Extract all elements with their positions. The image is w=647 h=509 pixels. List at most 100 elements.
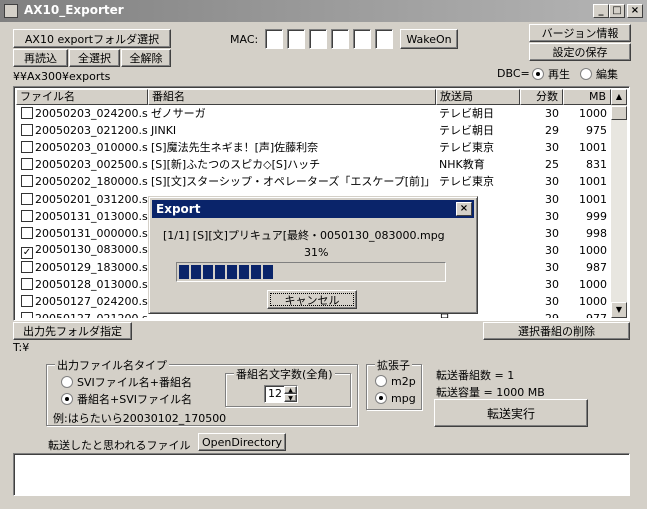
cell-minutes: 29 — [520, 310, 563, 318]
cell-station: テレビ東京 — [439, 175, 494, 189]
progress-segment — [263, 265, 273, 279]
scroll-down-icon[interactable]: ▼ — [611, 302, 627, 318]
scroll-up-icon[interactable]: ▲ — [611, 89, 627, 105]
cell-mb: 1001 — [579, 141, 607, 155]
progress-segment — [191, 265, 201, 279]
cell-title: ゼノサーガ — [151, 107, 206, 121]
reload-button[interactable]: 再読込 — [13, 49, 68, 67]
mac-field-6[interactable] — [375, 29, 393, 49]
ext-m2p-radio[interactable]: m2p — [375, 375, 416, 388]
minimize-icon[interactable]: _ — [593, 4, 609, 18]
extension-title: 拡張子 — [375, 357, 412, 373]
deselect-all-button[interactable]: 全解除 — [121, 49, 171, 67]
delete-selected-button[interactable]: 選択番組の削除 — [483, 322, 630, 340]
table-row[interactable]: 20050202_180000.svi [S][文]スターシップ・オペレーターズ「… — [16, 173, 611, 190]
output-folder-button[interactable]: 出力先フォルダ指定 — [13, 322, 132, 340]
cell-filename: 20050127_024200.svi — [16, 293, 148, 310]
spin-down-icon[interactable]: ▼ — [284, 394, 297, 402]
window-title: AX10_Exporter — [24, 3, 124, 17]
scroll-thumb[interactable] — [611, 106, 627, 120]
filename-opt2-radio[interactable]: 番組名+SVIファイル名 — [61, 391, 192, 407]
column-minutes[interactable]: 分数 — [520, 89, 563, 105]
cell-filename: 20050131_013000.svi — [16, 208, 148, 225]
select-all-button[interactable]: 全選択 — [69, 49, 120, 67]
cell-filename: 20050129_183000.svi — [16, 259, 148, 276]
transfer-execute-button[interactable]: 転送実行 — [434, 399, 588, 427]
checkbox-icon[interactable] — [21, 312, 33, 318]
table-row[interactable]: 20050203_002500.svi [S][新]ふたつのスピカ◇[S]ハッチ N… — [16, 156, 611, 173]
checkbox-icon[interactable] — [21, 175, 33, 188]
cell-filename: 20050203_002500.svi — [16, 156, 148, 173]
charcount-title: 番組名文字数(全角) — [234, 366, 335, 382]
progress-segment — [239, 265, 249, 279]
spin-up-icon[interactable]: ▲ — [284, 386, 297, 394]
checkbox-icon[interactable] — [21, 209, 33, 222]
checkbox-icon[interactable] — [21, 124, 33, 137]
cell-filename: 20050128_013000.svi — [16, 276, 148, 293]
table-row[interactable]: 20050203_010000.svi [S]魔法先生ネギま！[声]佐藤利奈 テレビ… — [16, 139, 611, 156]
progress-segment — [251, 265, 261, 279]
save-settings-button[interactable]: 設定の保存 — [529, 43, 631, 61]
maximize-icon[interactable]: □ — [609, 4, 625, 18]
cell-filename: 20050203_024200.svi — [16, 105, 148, 122]
checkbox-icon[interactable] — [21, 107, 33, 120]
extension-group: 拡張子 m2p mpg — [366, 357, 422, 410]
cell-mb: 1000 — [579, 243, 607, 257]
open-directory-button[interactable]: OpenDirectory — [198, 433, 286, 451]
table-row[interactable]: 20050203_021200.svi JINKI テレビ朝日 29 975 — [16, 122, 611, 139]
output-folder-path: T:¥ — [13, 341, 30, 354]
cell-title: [S][文]スターシップ・オペレーターズ「エスケープ[前]」 — [151, 175, 436, 189]
cell-minutes: 30 — [545, 141, 559, 155]
mac-field-3[interactable] — [309, 29, 327, 49]
checkbox-icon[interactable] — [21, 295, 33, 308]
charcount-group: 番組名文字数(全角) 12 ▲ ▼ — [225, 366, 351, 407]
cell-minutes: 25 — [545, 158, 559, 172]
cell-mb: 831 — [586, 158, 607, 172]
version-info-button[interactable]: バージョン情報 — [529, 24, 631, 42]
filename-opt1-radio[interactable]: SVIファイル名+番組名 — [61, 374, 192, 390]
mac-field-1[interactable] — [265, 29, 283, 49]
checkbox-icon[interactable] — [21, 260, 33, 273]
cell-minutes: 30 — [545, 209, 559, 223]
cell-title: [S][新]ふたつのスピカ◇[S]ハッチ — [151, 158, 321, 172]
cancel-button[interactable]: キャンセル — [267, 290, 357, 309]
cell-minutes: 30 — [545, 192, 559, 206]
export-progress-bar — [176, 262, 446, 282]
export-percent: 31% — [304, 246, 329, 259]
cell-filename: 20050201_031200.svi — [16, 191, 148, 208]
mac-field-4[interactable] — [331, 29, 349, 49]
mac-field-2[interactable] — [287, 29, 305, 49]
ext-mpg-radio[interactable]: mpg — [375, 392, 416, 405]
dbc-play-radio[interactable]: 再生 — [532, 66, 570, 82]
export-progress-fill — [179, 265, 443, 279]
column-filename[interactable]: ファイル名 — [16, 89, 148, 105]
checkbox-icon[interactable] — [21, 192, 33, 205]
cell-minutes: 30 — [545, 277, 559, 291]
column-mb[interactable]: MB — [563, 89, 611, 105]
cell-filename: 20050127_021200.svi — [16, 310, 148, 318]
progress-segment — [179, 265, 189, 279]
cell-mb: 999 — [586, 209, 607, 223]
checkbox-icon[interactable] — [21, 158, 33, 171]
column-station[interactable]: 放送局 — [436, 89, 520, 105]
table-row[interactable]: 20050203_024200.svi ゼノサーガ テレビ朝日 30 1000 — [16, 105, 611, 122]
progress-segment — [215, 265, 225, 279]
transferred-files-box[interactable] — [13, 453, 630, 496]
checkbox-checked-icon[interactable]: ✓ — [21, 247, 33, 260]
cell-mb: 977 — [563, 310, 611, 318]
column-title[interactable]: 番組名 — [148, 89, 436, 105]
wakeon-button[interactable]: WakeOn — [400, 29, 458, 49]
close-icon[interactable]: × — [627, 4, 643, 18]
select-folder-button[interactable]: AX10 exportフォルダ選択 — [13, 29, 171, 48]
checkbox-icon[interactable] — [21, 141, 33, 154]
checkbox-icon[interactable] — [21, 277, 33, 290]
list-scrollbar[interactable]: ▲ ▼ — [611, 89, 627, 318]
dialog-close-icon[interactable]: × — [456, 202, 472, 216]
dbc-edit-radio[interactable]: 編集 — [580, 66, 618, 82]
checkbox-icon[interactable] — [21, 226, 33, 239]
mac-label: MAC: — [230, 33, 259, 46]
filename-example: 例:はらたいら20030102_170500 — [53, 412, 227, 425]
cell-mb: 998 — [586, 226, 607, 240]
transferred-label: 転送したと思われるファイル — [48, 439, 191, 452]
mac-field-5[interactable] — [353, 29, 371, 49]
